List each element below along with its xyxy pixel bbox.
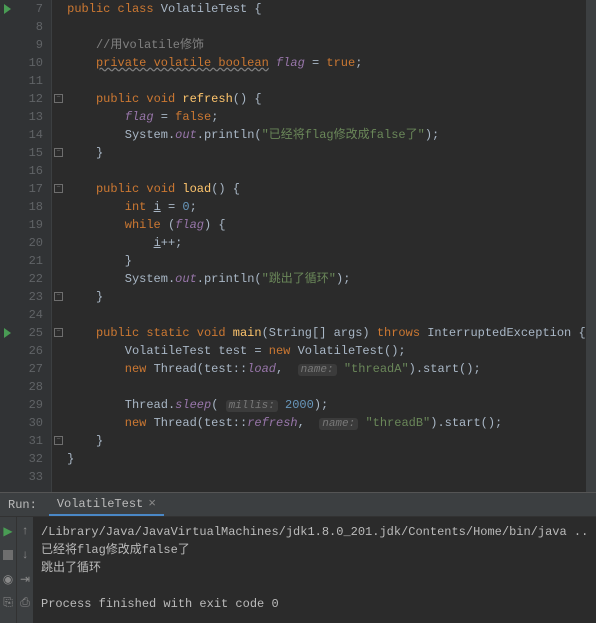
- editor-scrollbar[interactable]: [586, 0, 596, 492]
- line-number: 12: [15, 90, 43, 108]
- close-icon[interactable]: ×: [148, 496, 156, 511]
- code-line[interactable]: public void refresh() {: [67, 90, 586, 108]
- line-number: 14: [15, 126, 43, 144]
- run-gutter-icon[interactable]: [4, 328, 11, 338]
- code-line[interactable]: private volatile boolean flag = true;: [67, 54, 586, 72]
- line-number: 22: [15, 270, 43, 288]
- code-line[interactable]: new Thread(test::load, name: "threadA").…: [67, 360, 586, 378]
- run-toolbar-right: ↑ ↓ ⇥ ⎙: [16, 517, 33, 623]
- line-number: 17: [15, 180, 43, 198]
- line-number: 8: [15, 18, 43, 36]
- code-line[interactable]: }: [67, 432, 586, 450]
- line-number: 15: [15, 144, 43, 162]
- code-line[interactable]: }: [67, 450, 586, 468]
- code-line[interactable]: public class VolatileTest {: [67, 0, 586, 18]
- fold-toggle[interactable]: −: [54, 292, 63, 301]
- run-tab[interactable]: VolatileTest ×: [49, 493, 164, 516]
- code-line[interactable]: public static void main(String[] args) t…: [67, 324, 586, 342]
- code-line[interactable]: public void load() {: [67, 180, 586, 198]
- run-body: ▶ ◉ ⎘ ↑ ↓ ⇥ ⎙ /Library/Java/JavaVirtualM…: [0, 517, 596, 623]
- code-line[interactable]: [67, 468, 586, 486]
- line-number: 30: [15, 414, 43, 432]
- fold-toggle[interactable]: −: [54, 148, 63, 157]
- line-number: 29: [15, 396, 43, 414]
- line-number: 7: [15, 0, 43, 18]
- code-line[interactable]: int i = 0;: [67, 198, 586, 216]
- wrap-icon[interactable]: ⇥: [17, 571, 33, 587]
- line-number: 31: [15, 432, 43, 450]
- code-line[interactable]: i++;: [67, 234, 586, 252]
- line-number: 33: [15, 468, 43, 486]
- line-number: 20: [15, 234, 43, 252]
- run-toolbar-left: ▶ ◉ ⎘: [0, 517, 16, 623]
- line-number: 28: [15, 378, 43, 396]
- console-output[interactable]: /Library/Java/JavaVirtualMachines/jdk1.8…: [33, 517, 596, 623]
- editor-pane: 7891011121314151617181920212223242526272…: [0, 0, 596, 492]
- code-line[interactable]: }: [67, 288, 586, 306]
- code-line[interactable]: //用volatile修饰: [67, 36, 586, 54]
- line-number: 10: [15, 54, 43, 72]
- code-line[interactable]: flag = false;: [67, 108, 586, 126]
- code-line[interactable]: System.out.println("已经将flag修改成false了");: [67, 126, 586, 144]
- code-line[interactable]: }: [67, 144, 586, 162]
- line-number: 11: [15, 72, 43, 90]
- code-line[interactable]: while (flag) {: [67, 216, 586, 234]
- line-number: 16: [15, 162, 43, 180]
- line-number: 25: [15, 324, 43, 342]
- run-header: Run: VolatileTest ×: [0, 493, 596, 517]
- camera-icon[interactable]: ◉: [0, 571, 16, 587]
- down-icon[interactable]: ↓: [17, 547, 33, 563]
- fold-toggle[interactable]: −: [54, 328, 63, 337]
- icon-gutter: [0, 0, 15, 492]
- code-line[interactable]: Thread.sleep( millis: 2000);: [67, 396, 586, 414]
- line-number: 21: [15, 252, 43, 270]
- rerun-icon[interactable]: ▶: [0, 523, 16, 539]
- run-tab-title: VolatileTest: [57, 497, 143, 511]
- code-line[interactable]: }: [67, 252, 586, 270]
- code-line[interactable]: [67, 162, 586, 180]
- code-line[interactable]: [67, 18, 586, 36]
- code-line[interactable]: System.out.println("跳出了循环");: [67, 270, 586, 288]
- line-number: 13: [15, 108, 43, 126]
- line-number: 9: [15, 36, 43, 54]
- stop-icon[interactable]: [0, 547, 16, 563]
- run-label: Run:: [8, 498, 37, 512]
- line-number: 27: [15, 360, 43, 378]
- line-number: 32: [15, 450, 43, 468]
- print-icon[interactable]: ⎙: [17, 595, 33, 611]
- run-gutter-icon[interactable]: [4, 4, 11, 14]
- code-line[interactable]: [67, 72, 586, 90]
- fold-toggle[interactable]: −: [54, 94, 63, 103]
- fold-gutter: − − − − − −: [51, 0, 63, 492]
- code-line[interactable]: new Thread(test::refresh, name: "threadB…: [67, 414, 586, 432]
- line-number-gutter: 7891011121314151617181920212223242526272…: [15, 0, 51, 492]
- code-line[interactable]: [67, 378, 586, 396]
- fold-toggle[interactable]: −: [54, 184, 63, 193]
- line-number: 19: [15, 216, 43, 234]
- line-number: 18: [15, 198, 43, 216]
- code-line[interactable]: [67, 306, 586, 324]
- code-line[interactable]: VolatileTest test = new VolatileTest();: [67, 342, 586, 360]
- run-tool-window: Run: VolatileTest × ▶ ◉ ⎘ ↑ ↓ ⇥ ⎙ /Libra…: [0, 492, 596, 623]
- line-number: 24: [15, 306, 43, 324]
- up-icon[interactable]: ↑: [17, 523, 33, 539]
- line-number: 23: [15, 288, 43, 306]
- fold-toggle[interactable]: −: [54, 436, 63, 445]
- exit-icon[interactable]: ⎘: [0, 595, 16, 611]
- line-number: 26: [15, 342, 43, 360]
- code-area[interactable]: public class VolatileTest { //用volatile修…: [63, 0, 586, 492]
